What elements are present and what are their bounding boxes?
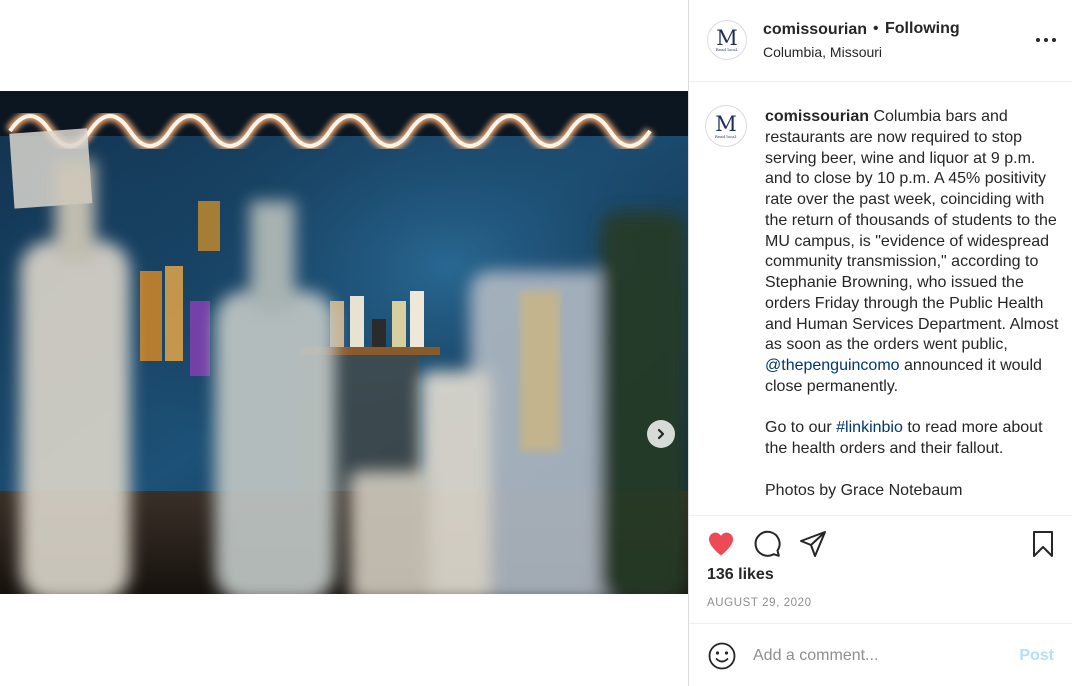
avatar-tagline: Read local. [714, 134, 738, 139]
more-dot [1044, 38, 1048, 42]
more-dot [1036, 38, 1040, 42]
caption-avatar[interactable]: M Read local. [705, 105, 747, 147]
post-comment-button[interactable]: Post [1019, 647, 1054, 665]
separator-dot: • [873, 20, 879, 37]
comment-icon [754, 530, 781, 557]
add-comment-bar: Post [689, 623, 1072, 686]
avatar[interactable]: M Read local. [707, 20, 747, 60]
action-bar [689, 516, 1072, 572]
caption-text: Go to our [765, 419, 837, 437]
media-area [0, 0, 688, 686]
comments-scroll-area[interactable]: M Read local. comissourian Columbia bars… [689, 83, 1072, 516]
caption-paragraph-3: Photos by Grace Notebaum [765, 481, 1063, 502]
post-caption: comissourian Columbia bars and restauran… [765, 107, 1063, 501]
likes-count[interactable]: 136 likes [707, 566, 774, 584]
post-header: M Read local. comissourian • Following C… [689, 0, 1072, 82]
avatar-monogram: M [715, 112, 737, 136]
caption-username-link[interactable]: comissourian [765, 108, 869, 125]
comment-button[interactable] [751, 528, 783, 560]
chevron-right-icon [657, 428, 665, 440]
save-button[interactable] [1027, 528, 1059, 560]
following-button[interactable]: Following [885, 20, 960, 38]
location-link[interactable]: Columbia, Missouri [763, 44, 882, 60]
bar-photo-illustration [0, 91, 688, 594]
avatar-monogram: M [716, 26, 738, 50]
caption-paragraph-1: comissourian Columbia bars and restauran… [765, 107, 1063, 398]
post-details-panel: M Read local. comissourian • Following C… [688, 0, 1072, 686]
like-button[interactable] [705, 528, 737, 560]
paper-plane-icon [800, 531, 826, 557]
emoji-icon [708, 642, 736, 670]
header-username-link[interactable]: comissourian [763, 21, 867, 39]
next-photo-button[interactable] [647, 420, 675, 448]
more-dot [1052, 38, 1056, 42]
caption-text: Columbia bars and restaurants are now re… [765, 108, 1059, 354]
bookmark-icon [1033, 531, 1053, 557]
heart-icon [709, 532, 733, 556]
post-date[interactable]: AUGUST 29, 2020 [707, 597, 812, 609]
post-photo[interactable] [0, 91, 688, 594]
caption-credit: Photos by Grace Notebaum [765, 481, 963, 499]
avatar-tagline: Read local. [715, 47, 739, 52]
mention-link[interactable]: @thepenguincomo [765, 357, 900, 374]
comment-input[interactable] [753, 644, 1003, 668]
hashtag-link[interactable]: #linkinbio [836, 419, 903, 436]
caption-paragraph-2: Go to our #linkinbio to read more about … [765, 418, 1063, 460]
emoji-button[interactable] [707, 641, 737, 671]
share-button[interactable] [797, 528, 829, 560]
more-options-icon[interactable] [1036, 32, 1056, 48]
